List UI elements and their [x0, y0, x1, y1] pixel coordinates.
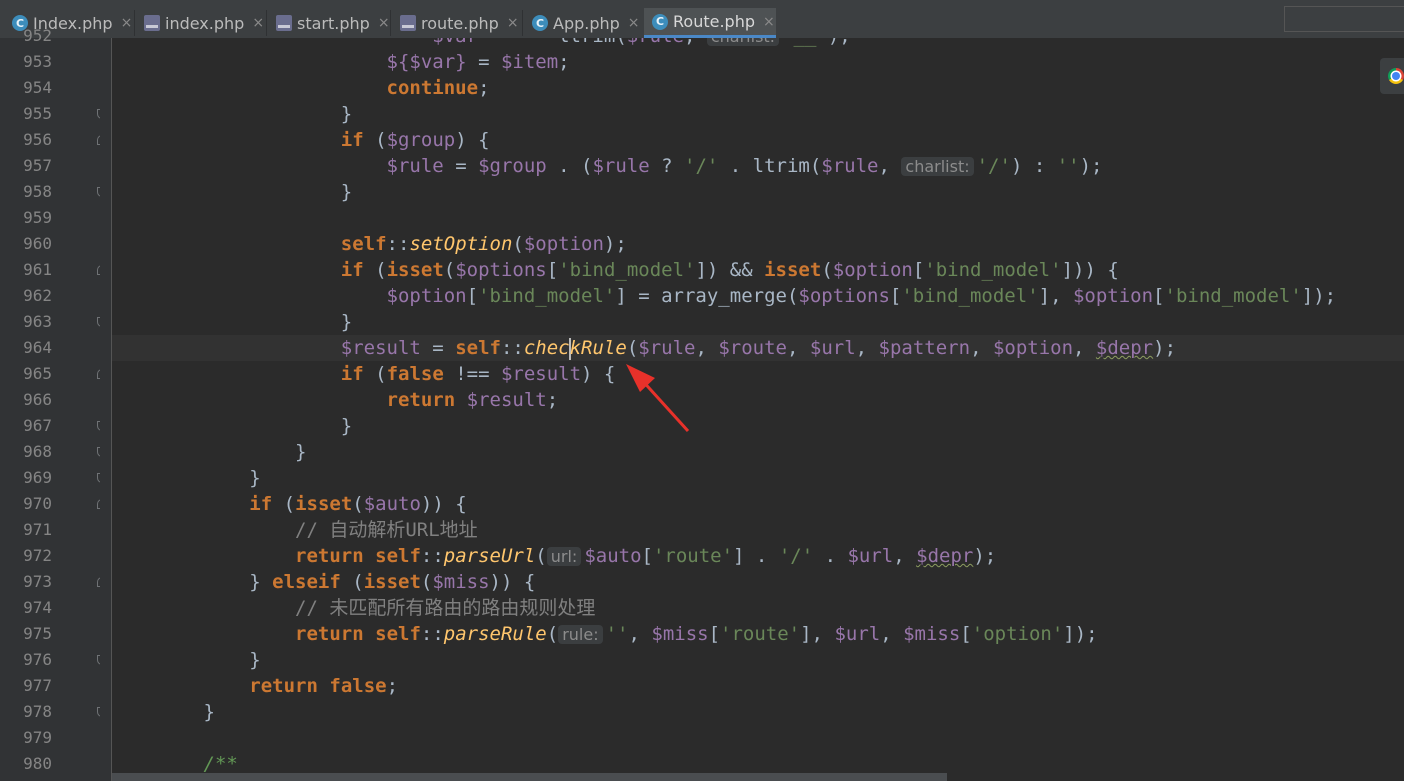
arrow-shaft — [638, 376, 690, 433]
annotation-arrow — [626, 364, 690, 433]
